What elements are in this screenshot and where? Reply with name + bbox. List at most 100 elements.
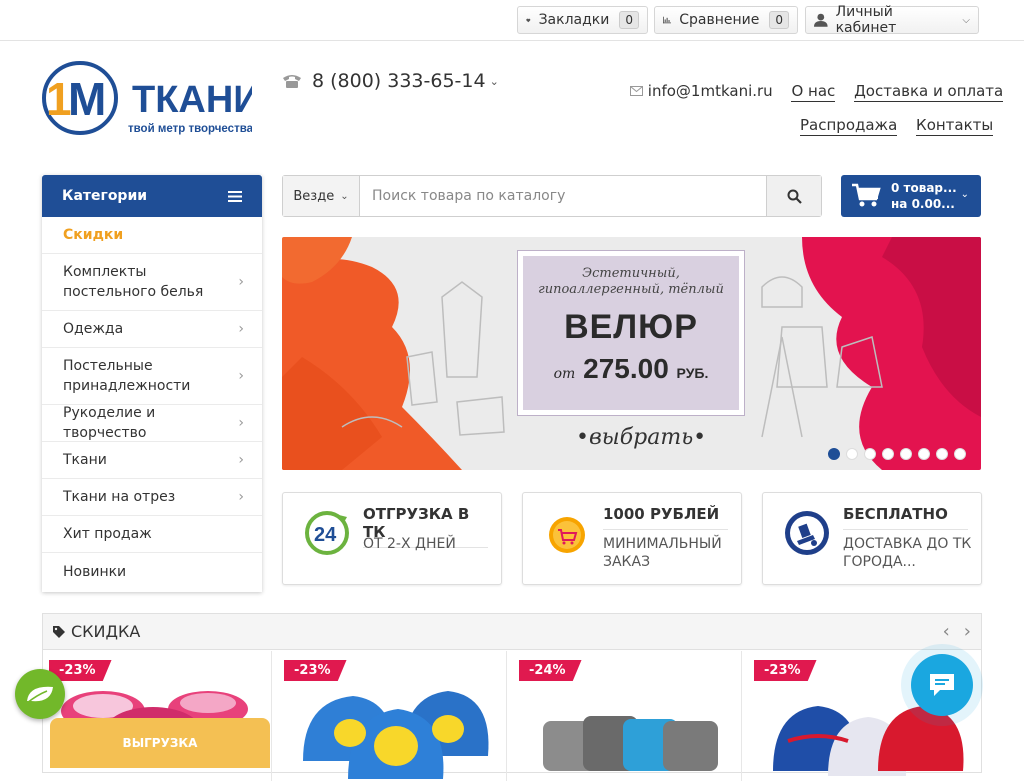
- sale-link[interactable]: Распродажа: [800, 116, 898, 136]
- cart-icon: [852, 183, 881, 207]
- feature-subtitle: ОТ 2-Х ДНЕЙ: [363, 536, 456, 552]
- slider-dot[interactable]: [936, 448, 948, 460]
- category-item-fabrics-cut[interactable]: Ткани на отрез ›: [42, 479, 262, 516]
- category-label: Ткани: [63, 452, 107, 468]
- category-label: Комплекты постельного белья: [63, 264, 204, 300]
- compare-button[interactable]: Сравнение 0: [654, 6, 798, 34]
- slider-dot[interactable]: [882, 448, 894, 460]
- slider-dot[interactable]: [900, 448, 912, 460]
- slider-dot[interactable]: [846, 448, 858, 460]
- banner-card: Эстетичный, гипоаллергенный, тёплый ВЕЛЮР…: [517, 250, 745, 416]
- slider-dot[interactable]: [864, 448, 876, 460]
- category-menu-header[interactable]: Категории: [42, 175, 262, 217]
- search-icon: [787, 189, 802, 204]
- promo-banner[interactable]: Эстетичный, гипоаллергенный, тёплый ВЕЛЮР…: [282, 237, 981, 470]
- chevron-right-icon: ›: [238, 274, 244, 290]
- eco-widget-button[interactable]: [15, 669, 65, 719]
- search-scope-dropdown[interactable]: Везде ⌄: [283, 176, 360, 216]
- chevron-down-icon: ⌵: [962, 14, 970, 26]
- category-item-bedding-sets[interactable]: Комплекты постельного белья ›: [42, 254, 262, 311]
- 24-hours-icon: 24: [305, 511, 349, 555]
- cart-count: 0 товар...: [891, 181, 957, 195]
- category-menu: Категории Скидки Комплекты постельного б…: [42, 175, 262, 592]
- phone-dropdown[interactable]: 8 (800) 333-65-14 ⌄: [282, 70, 499, 92]
- heart-icon: [526, 18, 531, 22]
- compare-label: Сравнение: [679, 12, 760, 28]
- feature-subtitle: МИНИМАЛЬНЫЙ ЗАКАЗ: [603, 536, 722, 570]
- search-scope-label: Везде: [293, 188, 335, 204]
- carousel-arrows: ‹ ›: [943, 621, 971, 642]
- chevron-right-icon: ›: [238, 368, 244, 384]
- email-link[interactable]: info@1mtkani.ru: [630, 82, 777, 100]
- site-logo[interactable]: 1 M ТКАНИ твой метр творчества: [42, 60, 261, 138]
- chat-icon: [930, 674, 954, 696]
- category-label: Хит продаж: [63, 526, 152, 542]
- feature-min-order: 1000 РУБЛЕЙ МИНИМАЛЬНЫЙ ЗАКАЗ: [522, 492, 742, 585]
- banner-price-prefix: от: [553, 366, 576, 382]
- feature-title: БЕСПЛАТНО: [843, 505, 968, 530]
- chevron-right-icon[interactable]: ›: [964, 621, 971, 642]
- account-dropdown[interactable]: Личный кабинет ⌵: [805, 4, 979, 36]
- contacts-link[interactable]: Контакты: [916, 116, 994, 136]
- category-item-clothes[interactable]: Одежда ›: [42, 311, 262, 348]
- svg-text:твой метр творчества: твой метр творчества: [128, 123, 252, 135]
- category-label: Рукоделие и творчество: [63, 405, 156, 441]
- cart-button[interactable]: 0 товар... на 0.00... ⌄: [841, 175, 981, 217]
- chevron-left-icon[interactable]: ‹: [943, 621, 950, 642]
- account-label: Личный кабинет: [835, 4, 897, 36]
- cart-coin-icon: [549, 517, 585, 553]
- banner-price: 275.00: [583, 353, 669, 384]
- phone-icon: [283, 75, 301, 88]
- slider-dot[interactable]: [918, 448, 930, 460]
- discount-badge: -23%: [754, 660, 817, 681]
- product-card[interactable]: -23%: [278, 651, 507, 781]
- sale-title: СКИДКА: [71, 622, 141, 641]
- banner-line1b: гипоаллергенный, тёплый: [538, 282, 724, 297]
- envelope-icon: [630, 86, 643, 96]
- slider-dot[interactable]: [954, 448, 966, 460]
- banner-cta[interactable]: •выбрать•: [576, 425, 706, 450]
- svg-text:24: 24: [314, 524, 337, 546]
- search-input[interactable]: [360, 176, 766, 216]
- category-label: Постельные принадлежности: [63, 358, 191, 394]
- user-icon: [814, 13, 828, 27]
- category-item-crafts[interactable]: Рукоделие и творчество ›: [42, 405, 262, 442]
- category-label: Скидки: [63, 227, 124, 243]
- compare-count: 0: [769, 11, 789, 29]
- chat-widget-button[interactable]: [911, 654, 973, 716]
- svg-text:ТКАНИ: ТКАНИ: [132, 79, 252, 121]
- delivery-icon: [785, 511, 829, 555]
- email-text: info@1mtkani.ru: [647, 82, 773, 100]
- chevron-down-icon: ⌄: [340, 190, 349, 202]
- hamburger-icon: [228, 190, 242, 202]
- slider-dot[interactable]: [828, 448, 840, 460]
- category-item-bestsellers[interactable]: Хит продаж: [42, 516, 262, 553]
- discount-badge: -24%: [519, 660, 582, 681]
- about-link[interactable]: О нас: [791, 82, 836, 102]
- category-item-fabrics[interactable]: Ткани ›: [42, 442, 262, 479]
- bookmarks-count: 0: [619, 11, 639, 29]
- leaf-icon: [26, 686, 53, 704]
- bar-chart-icon: [663, 16, 672, 24]
- export-button[interactable]: ВЫГРУЗКА: [50, 718, 270, 768]
- delivery-link[interactable]: Доставка и оплата: [854, 82, 1004, 102]
- search-bar: Везде ⌄: [282, 175, 822, 217]
- cart-total: на 0.00...: [891, 197, 955, 211]
- category-item-bed-accessories[interactable]: Постельные принадлежности ›: [42, 348, 262, 405]
- bookmarks-button[interactable]: Закладки 0: [517, 6, 648, 34]
- category-item-new[interactable]: Новинки: [42, 553, 262, 590]
- feature-shipping: 24 ОТГРУЗКА В ТК ОТ 2-Х ДНЕЙ: [282, 492, 502, 585]
- feature-title: 1000 РУБЛЕЙ: [603, 505, 728, 530]
- chevron-right-icon: ›: [238, 452, 244, 468]
- top-bar: Закладки 0 Сравнение 0 Личный кабинет ⌵: [0, 0, 1024, 41]
- category-item-sale[interactable]: Скидки: [42, 217, 262, 254]
- bookmarks-label: Закладки: [538, 12, 610, 28]
- banner-currency: РУБ.: [676, 365, 709, 381]
- slider-dots: [828, 448, 966, 460]
- feature-subtitle: ДОСТАВКА ДО ТК ГОРОДА...: [843, 536, 972, 570]
- product-card[interactable]: -24%: [513, 651, 742, 781]
- chevron-right-icon: ›: [238, 415, 244, 431]
- discount-badge: -23%: [284, 660, 347, 681]
- svg-text:M: M: [68, 73, 106, 125]
- search-button[interactable]: [766, 176, 821, 216]
